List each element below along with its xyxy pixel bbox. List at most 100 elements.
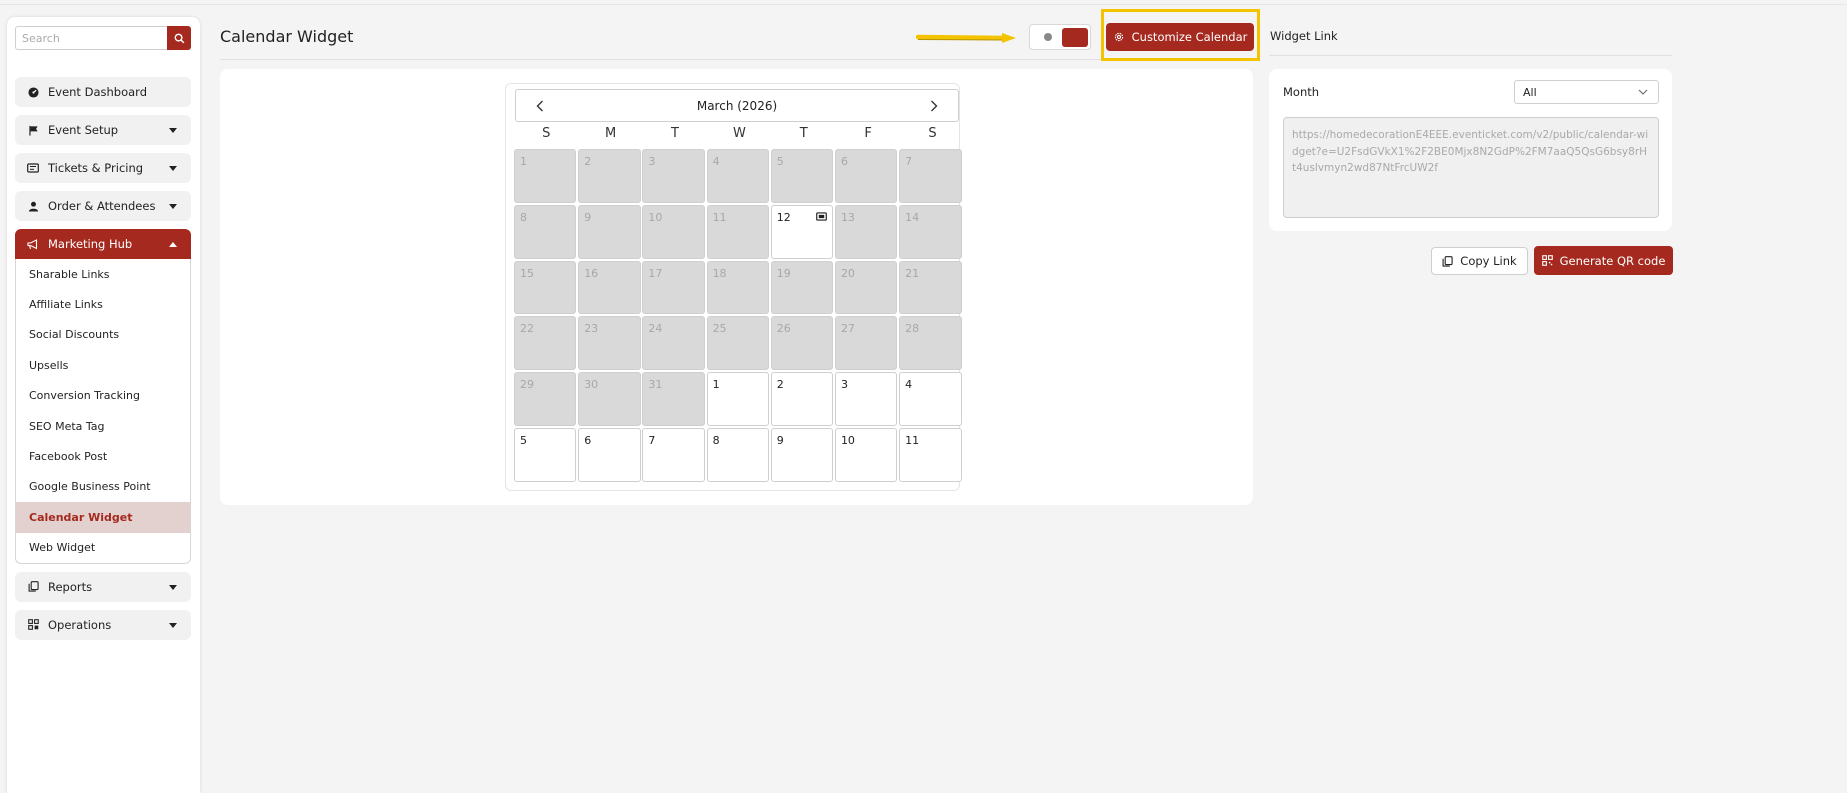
calendar-day-number: 8 xyxy=(712,433,720,447)
copy-link-label: Copy Link xyxy=(1460,254,1517,268)
copy-link-button[interactable]: Copy Link xyxy=(1431,247,1528,275)
sidebar-item-label: Order & Attendees xyxy=(48,199,156,213)
customize-calendar-label: Customize Calendar xyxy=(1131,30,1248,44)
calendar-day-number: 9 xyxy=(776,433,784,447)
flag-icon xyxy=(27,124,39,136)
calendar-day-cell: 16 xyxy=(578,260,641,315)
calendar-day-number: 20 xyxy=(840,266,855,280)
month-select[interactable]: All xyxy=(1514,80,1659,104)
sidebar-item-marketing-hub[interactable]: Marketing Hub xyxy=(15,229,191,259)
submenu-item-facebook-post[interactable]: Facebook Post xyxy=(16,441,190,471)
search-input[interactable] xyxy=(15,26,167,50)
next-month-button[interactable] xyxy=(926,98,942,114)
weekday-label: F xyxy=(864,126,872,141)
calendar-card: March (2026) SMTWTFS 1 2 3 4 5 6 7 8 9 10 11 12 13 14… xyxy=(220,69,1253,505)
calendar-day-cell: 31 xyxy=(642,372,705,426)
sidebar-nav: Event Dashboard Event Setup Tickets & Pr… xyxy=(15,77,191,648)
calendar-day-number: 3 xyxy=(648,155,656,168)
widget-link-panel: Month All https://homedecorationE4EEE.ev… xyxy=(1269,69,1672,231)
calendar-day-cell[interactable]: 11 xyxy=(899,427,962,482)
calendar-day-cell[interactable]: 6 xyxy=(578,427,641,482)
header-divider xyxy=(220,59,1253,60)
prev-month-button[interactable] xyxy=(532,98,548,114)
calendar-day-number: 24 xyxy=(648,322,663,336)
submenu-item-sharable-links[interactable]: Sharable Links xyxy=(16,259,190,289)
submenu-item-web-widget[interactable]: Web Widget xyxy=(16,533,190,563)
calendar-day-cell: 27 xyxy=(834,316,898,371)
copy-icon xyxy=(1442,255,1453,267)
widget-link-divider xyxy=(1269,55,1672,56)
dashboard-icon xyxy=(27,86,39,98)
ticket-icon xyxy=(27,162,39,174)
calendar-day-number: 28 xyxy=(905,322,920,336)
calendar-day-cell[interactable]: 9 xyxy=(770,427,834,482)
copy-icon xyxy=(27,581,39,593)
calendar-day-cell[interactable]: 8 xyxy=(706,427,769,482)
calendar-day-number: 29 xyxy=(520,378,534,392)
customize-calendar-button[interactable]: Customize Calendar xyxy=(1106,23,1254,51)
sidebar-item-event-setup[interactable]: Event Setup xyxy=(15,115,191,145)
qr-code-icon xyxy=(1541,255,1553,266)
sidebar-item-tickets-pricing[interactable]: Tickets & Pricing xyxy=(15,153,191,183)
sidebar-item-order-attendees[interactable]: Order & Attendees xyxy=(15,191,191,221)
calendar-day-cell: 9 xyxy=(578,204,641,259)
calendar-day-cell: 28 xyxy=(899,316,962,371)
submenu-item-affiliate-links[interactable]: Affiliate Links xyxy=(16,289,190,319)
calendar-day-cell: 5 xyxy=(770,149,834,203)
sidebar: Event Dashboard Event Setup Tickets & Pr… xyxy=(7,17,200,793)
gear-icon xyxy=(1114,32,1123,42)
caret-up-icon xyxy=(169,242,177,247)
calendar-day-cell: 8 xyxy=(514,204,577,259)
calendar-day-cell: 2 xyxy=(578,149,641,203)
calendar-day-cell: 4 xyxy=(706,149,769,203)
chevron-down-icon xyxy=(1638,89,1648,95)
calendar-month-label: March (2026) xyxy=(696,98,778,113)
calendar-day-cell: 3 xyxy=(642,149,705,203)
calendar-day-number: 12 xyxy=(776,210,791,224)
generate-qr-label: Generate QR code xyxy=(1559,253,1666,268)
submenu-item-seo-meta-tag[interactable]: SEO Meta Tag xyxy=(16,411,190,441)
calendar-day-number: 23 xyxy=(584,322,599,336)
calendar-grid: 1 2 3 4 5 6 7 8 9 10 11 12 13 14 15 16 17 18 19 20 21 22 23 24 2… xyxy=(514,149,962,482)
calendar-day-cell[interactable]: 5 xyxy=(514,427,577,482)
calendar-day-cell[interactable]: 7 xyxy=(642,427,705,482)
search-box xyxy=(15,26,191,50)
calendar-day-number: 2 xyxy=(584,155,592,168)
calendar-day-number: 19 xyxy=(776,266,791,280)
calendar-day-number: 25 xyxy=(712,322,727,336)
calendar-day-cell: 21 xyxy=(899,260,962,315)
calendar-day-number: 18 xyxy=(712,266,727,280)
calendar-day-cell: 22 xyxy=(514,316,577,371)
calendar-day-number: 13 xyxy=(840,210,855,224)
calendar-day-cell[interactable]: 4 xyxy=(899,372,962,426)
calendar-day-number: 8 xyxy=(520,210,527,224)
calendar-day-cell[interactable]: 3 xyxy=(834,372,898,426)
widget-link-textarea[interactable]: https://homedecorationE4EEE.eventicket.c… xyxy=(1283,117,1659,218)
calendar-day-cell[interactable]: 10 xyxy=(834,427,898,482)
calendar-day-cell[interactable]: 12 xyxy=(770,204,834,259)
weekday-label: W xyxy=(732,126,746,141)
submenu-item-conversion-tracking[interactable]: Conversion Tracking xyxy=(16,381,190,411)
sidebar-item-event-dashboard[interactable]: Event Dashboard xyxy=(15,77,191,107)
obscured-button[interactable] xyxy=(1029,24,1091,50)
sidebar-item-operations[interactable]: Operations xyxy=(15,609,191,640)
generate-qr-button[interactable]: Generate QR code xyxy=(1534,246,1673,275)
calendar-day-cell: 26 xyxy=(770,316,834,371)
submenu-item-calendar-widget[interactable]: Calendar Widget xyxy=(16,502,190,533)
ticket-icon xyxy=(816,212,827,221)
calendar-day-number: 4 xyxy=(905,378,913,392)
calendar-day-cell: 6 xyxy=(834,149,898,203)
calendar-day-cell[interactable]: 2 xyxy=(770,372,834,426)
calendar-day-number: 31 xyxy=(648,378,663,392)
weekday-label: S xyxy=(542,126,551,141)
submenu-item-upsells[interactable]: Upsells xyxy=(16,350,190,380)
caret-down-icon xyxy=(169,622,177,628)
weekday-label: M xyxy=(604,126,617,141)
submenu-item-social-discounts[interactable]: Social Discounts xyxy=(16,320,190,350)
submenu-item-google-business-point[interactable]: Google Business Point xyxy=(16,472,190,502)
calendar-day-cell[interactable]: 1 xyxy=(706,372,769,426)
marketing-hub-submenu: Sharable Links Affiliate Links Social Di… xyxy=(15,259,191,564)
calendar-day-number: 21 xyxy=(905,266,920,280)
search-button[interactable] xyxy=(167,26,191,50)
sidebar-item-reports[interactable]: Reports xyxy=(15,571,191,602)
